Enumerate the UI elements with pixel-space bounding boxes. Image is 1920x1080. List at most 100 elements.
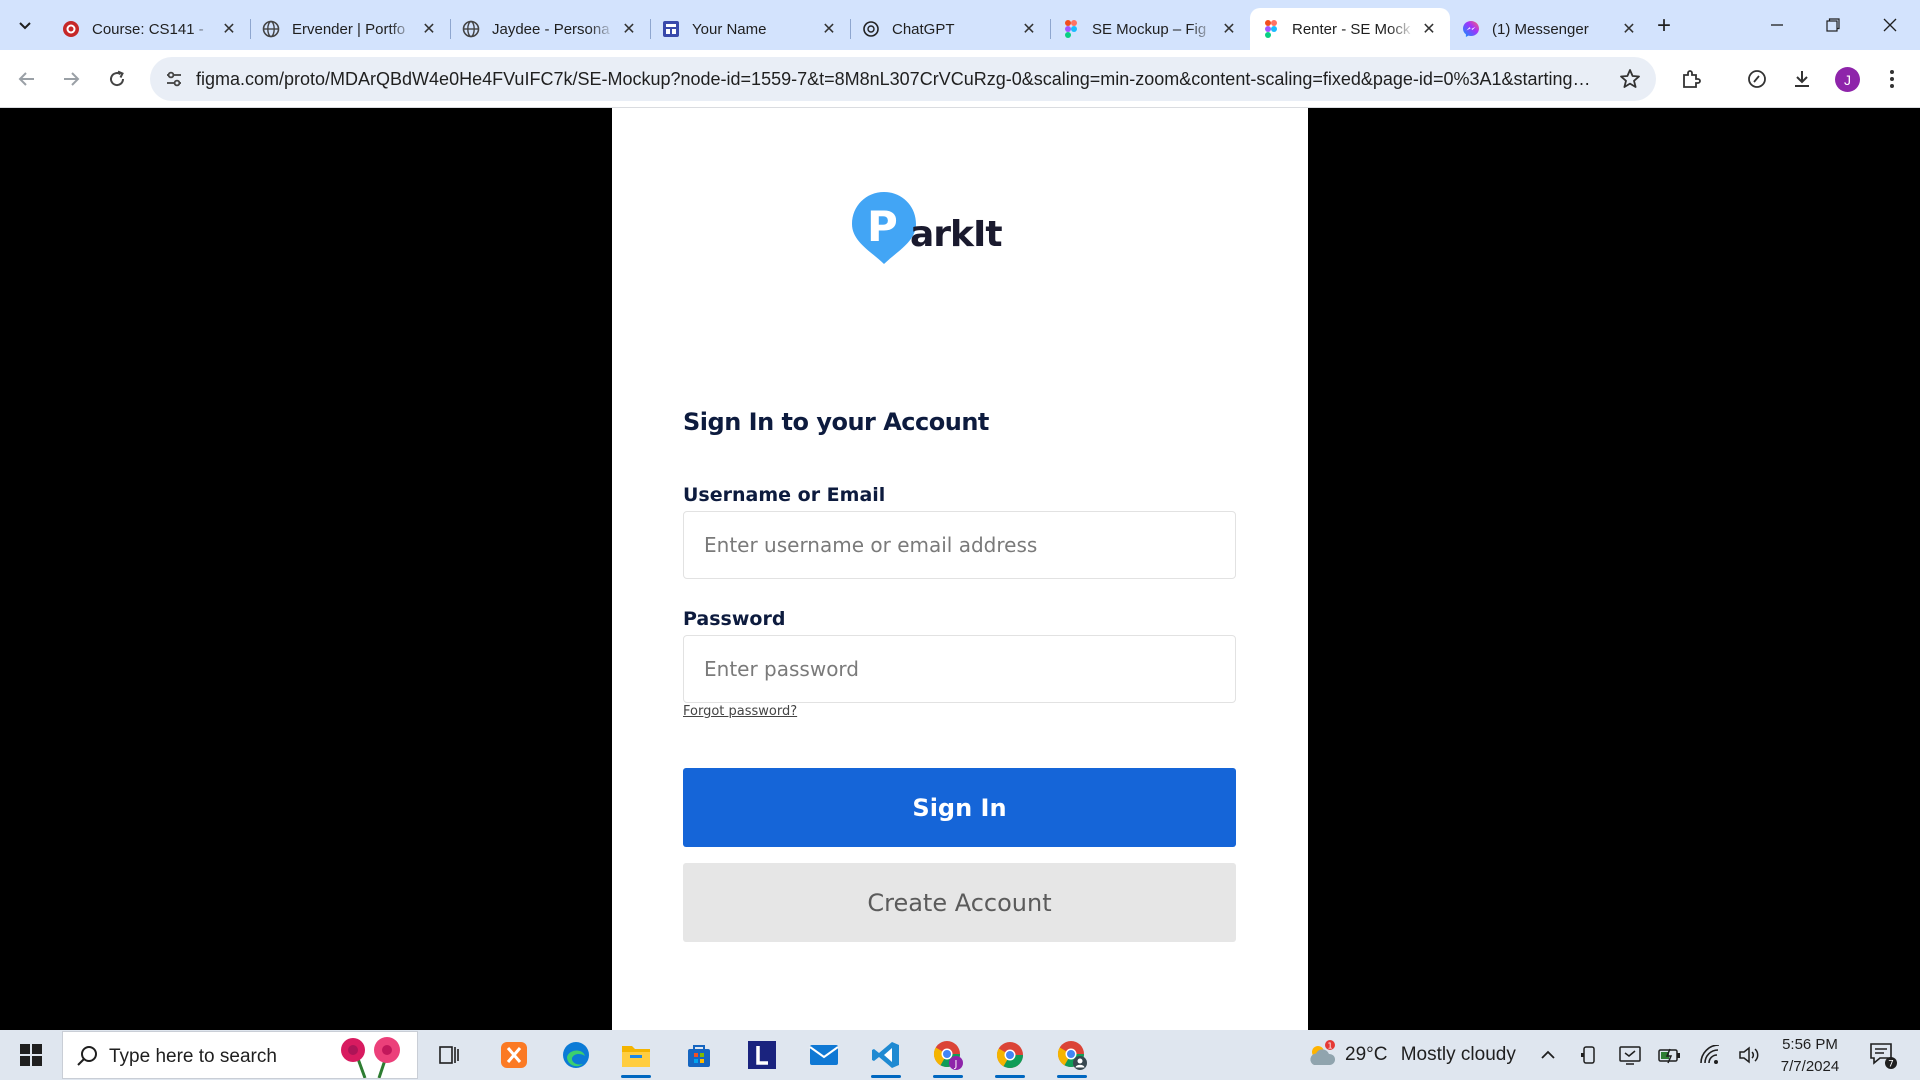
chevron-down-icon bbox=[19, 22, 31, 30]
performance-button[interactable] bbox=[1741, 63, 1773, 95]
extensions-button[interactable] bbox=[1675, 63, 1707, 95]
weather-widget[interactable]: 1 bbox=[1306, 1030, 1338, 1080]
network-button[interactable] bbox=[1699, 1030, 1721, 1080]
xampp-icon bbox=[501, 1042, 527, 1068]
volume-button[interactable] bbox=[1738, 1030, 1760, 1080]
start-button[interactable] bbox=[8, 1030, 54, 1080]
tab-title: Your Name bbox=[692, 20, 767, 38]
signin-screen: P arkIt Sign In to your Account Username… bbox=[612, 108, 1308, 1030]
close-icon[interactable]: ✕ bbox=[420, 20, 438, 38]
tab-title: ChatGPT bbox=[892, 20, 955, 38]
file-explorer-icon bbox=[622, 1046, 650, 1067]
store-app[interactable] bbox=[671, 1030, 727, 1080]
profile-avatar[interactable]: J bbox=[1835, 67, 1860, 92]
new-tab-button[interactable]: + bbox=[1650, 12, 1678, 40]
url-text[interactable]: figma.com/proto/MDArQBdW4e0He4FVuIFC7k/S… bbox=[196, 69, 1596, 90]
speedometer-icon bbox=[1748, 70, 1766, 88]
back-button[interactable] bbox=[11, 63, 43, 95]
address-bar[interactable]: figma.com/proto/MDArQBdW4e0He4FVuIFC7k/S… bbox=[150, 57, 1656, 101]
vscode-app[interactable] bbox=[858, 1030, 914, 1080]
svg-text:J: J bbox=[954, 1059, 958, 1070]
password-input[interactable] bbox=[683, 635, 1236, 703]
tab-renter-se-mockup[interactable]: Renter - SE Mock ✕ bbox=[1250, 8, 1450, 50]
close-icon bbox=[1883, 18, 1897, 32]
notification-count: 7 bbox=[1888, 1060, 1894, 1070]
tab-chatgpt[interactable]: ChatGPT ✕ bbox=[850, 8, 1050, 50]
display-icon bbox=[1619, 1046, 1641, 1065]
battery-button[interactable] bbox=[1658, 1030, 1682, 1080]
edge-app[interactable] bbox=[548, 1030, 604, 1080]
taskbar-clock[interactable]: 5:56 PM 7/7/2024 bbox=[1770, 1034, 1850, 1078]
minimize-button[interactable] bbox=[1749, 0, 1805, 50]
username-input[interactable] bbox=[683, 511, 1236, 579]
reload-icon bbox=[110, 70, 125, 87]
file-explorer-app[interactable] bbox=[608, 1030, 664, 1080]
tab-messenger[interactable]: (1) Messenger ✕ bbox=[1450, 8, 1650, 50]
close-window-button[interactable] bbox=[1862, 0, 1918, 50]
tab-se-mockup-figma[interactable]: SE Mockup – Fig ✕ bbox=[1050, 8, 1250, 50]
weather-alert-badge: 1 bbox=[1327, 1042, 1332, 1051]
mail-app[interactable] bbox=[796, 1030, 852, 1080]
chrome-profile-2-icon bbox=[1057, 1041, 1087, 1070]
vscode-icon bbox=[872, 1042, 899, 1068]
chrome-app[interactable] bbox=[982, 1030, 1038, 1080]
create-account-button[interactable]: Create Account bbox=[683, 863, 1236, 942]
browser-menu-button[interactable] bbox=[1876, 63, 1908, 95]
cloudy-weather-icon: 1 bbox=[1310, 1040, 1336, 1065]
close-icon[interactable]: ✕ bbox=[620, 20, 638, 38]
tab-title: Ervender | Portfo bbox=[292, 20, 406, 38]
tab-your-name[interactable]: Your Name ✕ bbox=[650, 8, 850, 50]
bookmark-star-icon[interactable] bbox=[1618, 67, 1642, 91]
figma-icon bbox=[1262, 20, 1280, 38]
close-icon[interactable]: ✕ bbox=[1020, 20, 1038, 38]
prototype-viewport: P arkIt Sign In to your Account Username… bbox=[0, 108, 1920, 1030]
show-hidden-icons-button[interactable] bbox=[1538, 1030, 1558, 1080]
store-icon bbox=[688, 1045, 710, 1067]
weather-desc: Mostly cloudy bbox=[1400, 1044, 1516, 1065]
close-icon[interactable]: ✕ bbox=[1620, 20, 1638, 38]
tab-course-cs141[interactable]: Course: CS141 - ✕ bbox=[50, 8, 250, 50]
minimize-icon bbox=[1771, 24, 1783, 26]
globe-icon bbox=[462, 20, 480, 38]
tab-search-button[interactable] bbox=[12, 12, 38, 38]
display-button[interactable] bbox=[1619, 1030, 1641, 1080]
l-app-icon bbox=[748, 1041, 776, 1069]
meet-now-button[interactable] bbox=[1579, 1030, 1599, 1080]
wifi-icon bbox=[1700, 1045, 1720, 1064]
page-title: Sign In to your Account bbox=[683, 408, 989, 436]
tab-title: Renter - SE Mock bbox=[1292, 20, 1411, 38]
tab-ervender-portfolio[interactable]: Ervender | Portfo ✕ bbox=[250, 8, 450, 50]
weather-text[interactable]: 29°C Mostly cloudy bbox=[1345, 1044, 1516, 1066]
tab-title: SE Mockup – Fig bbox=[1092, 20, 1207, 38]
close-icon[interactable]: ✕ bbox=[1420, 20, 1438, 38]
restore-button[interactable] bbox=[1805, 0, 1861, 50]
downloads-button[interactable] bbox=[1786, 63, 1818, 95]
close-icon[interactable]: ✕ bbox=[1220, 20, 1238, 38]
close-icon[interactable]: ✕ bbox=[820, 20, 838, 38]
notification-center-button[interactable]: 7 bbox=[1868, 1030, 1898, 1080]
chrome-profile-icon: J bbox=[933, 1041, 963, 1070]
globe-icon bbox=[262, 20, 280, 38]
chrome-profile-app[interactable]: J bbox=[920, 1030, 976, 1080]
search-icon bbox=[77, 1046, 97, 1066]
xampp-app[interactable] bbox=[486, 1030, 542, 1080]
tab-jaydee-personal[interactable]: Jaydee - Persona ✕ bbox=[450, 8, 650, 50]
l-app[interactable] bbox=[734, 1030, 790, 1080]
browser-toolbar: figma.com/proto/MDArQBdW4e0He4FVuIFC7k/S… bbox=[0, 50, 1920, 108]
tab-title: Course: CS141 - bbox=[92, 20, 204, 38]
sign-in-button[interactable]: Sign In bbox=[683, 768, 1236, 847]
browser-tabstrip: Course: CS141 - ✕ Ervender | Portfo ✕ Ja… bbox=[0, 0, 1920, 50]
parkit-logo: P arkIt bbox=[850, 190, 1020, 270]
close-icon[interactable]: ✕ bbox=[220, 20, 238, 38]
taskbar-search-box[interactable]: Type here to search bbox=[62, 1031, 418, 1079]
forgot-password-link[interactable]: Forgot password? bbox=[683, 704, 797, 719]
search-placeholder: Type here to search bbox=[109, 1046, 277, 1067]
chrome-profile-2-app[interactable] bbox=[1044, 1030, 1100, 1080]
reload-button[interactable] bbox=[101, 63, 133, 95]
username-label: Username or Email bbox=[683, 484, 886, 506]
figma-icon bbox=[1062, 20, 1080, 38]
site-settings-icon[interactable] bbox=[162, 67, 186, 91]
arrow-right-icon bbox=[64, 72, 80, 86]
task-view-button[interactable] bbox=[421, 1030, 477, 1080]
forward-button[interactable] bbox=[55, 63, 87, 95]
